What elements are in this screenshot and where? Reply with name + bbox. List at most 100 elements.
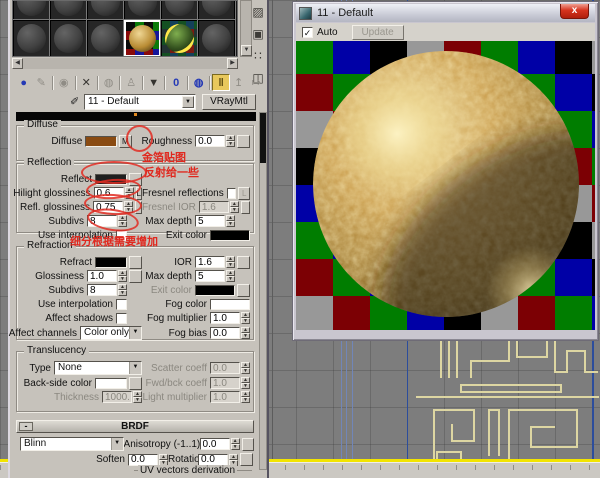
refraction-subdivs-spinner[interactable]: ▲▼ — [87, 284, 127, 296]
fwd-bck-coeff-spinner[interactable]: ▲▼ — [210, 377, 250, 389]
refraction-glossiness-input[interactable] — [87, 270, 117, 282]
fog-color-swatch[interactable] — [210, 298, 250, 310]
make-unique-button[interactable]: ♙ — [122, 74, 140, 91]
refraction-max-depth-spinner[interactable]: ▲▼ — [195, 270, 235, 282]
put-to-library-button[interactable]: ▼ — [145, 74, 163, 91]
material-sample-slot[interactable] — [123, 19, 162, 56]
material-sample-slot[interactable] — [86, 19, 125, 56]
put-material-to-scene-button[interactable]: ✎ — [33, 74, 51, 91]
update-button[interactable]: Update — [351, 24, 404, 40]
chevron-down-icon[interactable]: ▼ — [110, 438, 123, 450]
back-side-color-swatch[interactable] — [95, 377, 127, 389]
light-multiplier-input[interactable] — [210, 391, 240, 403]
refraction-subdivs-input[interactable] — [87, 284, 117, 296]
pick-material-eyedropper-icon[interactable]: ✐ — [70, 95, 84, 109]
fog-multiplier-input[interactable] — [210, 312, 240, 324]
material-sample-slot[interactable] — [197, 19, 236, 56]
refract-map-button[interactable] — [129, 255, 142, 269]
go-forward-sibling-button[interactable]: ↦ — [247, 74, 265, 91]
chevron-down-icon[interactable]: ▼ — [129, 362, 141, 374]
scatter-coeff-input[interactable] — [210, 362, 240, 374]
reflection-exit-color-swatch[interactable] — [210, 229, 250, 241]
affect-channels-dropdown[interactable]: Color only ▼ — [80, 326, 142, 340]
chevron-down-icon[interactable]: ▼ — [129, 327, 141, 339]
brdf-rollout-header[interactable]: - BRDF — [16, 420, 254, 433]
fresnel-reflections-checkbox[interactable] — [226, 187, 237, 199]
material-sample-slot[interactable] — [160, 1, 199, 21]
refraction-max-depth-input[interactable] — [195, 270, 225, 282]
material-class-button[interactable]: VRayMtl — [202, 94, 256, 110]
fog-bias-input[interactable] — [210, 327, 240, 339]
chevron-down-icon[interactable]: ▼ — [182, 96, 194, 108]
options-icon[interactable]: ∷ — [248, 46, 268, 66]
material-sample-slot[interactable] — [13, 19, 51, 56]
ior-map-button[interactable] — [237, 255, 250, 269]
soften-input[interactable] — [128, 453, 158, 466]
slots-scroll-right-button[interactable]: ▶ — [227, 58, 238, 69]
roughness-map-button[interactable] — [237, 134, 250, 148]
spinner-arrows[interactable]: ▲ ▼ — [226, 135, 236, 147]
make-material-copy-button[interactable]: ◍ — [100, 74, 118, 91]
show-end-result-button[interactable]: ‖ — [212, 74, 230, 91]
material-sample-slot[interactable] — [13, 1, 51, 21]
refraction-glossiness-spinner[interactable]: ▲▼ — [87, 270, 127, 282]
roughness-spinner[interactable]: ▲▼ — [195, 135, 236, 147]
get-material-button[interactable]: ● — [15, 74, 33, 91]
anisotropy-map-button[interactable] — [241, 437, 254, 451]
thickness-input[interactable] — [102, 391, 132, 403]
material-sample-slot[interactable] — [197, 1, 236, 21]
fog-multiplier-spinner[interactable]: ▲▼ — [210, 312, 250, 324]
material-id-channel-button[interactable]: 0 — [167, 74, 185, 91]
material-name-dropdown[interactable]: 11 - Default ▼ — [84, 94, 196, 110]
slots-horizontal-scrollbar[interactable]: ◀ ▶ — [12, 58, 238, 69]
diffuse-color-swatch[interactable] — [85, 135, 117, 147]
soften-spinner[interactable]: ▲▼ — [128, 453, 168, 466]
refract-color-swatch[interactable] — [95, 256, 127, 268]
close-button[interactable]: x — [560, 4, 589, 19]
preview-titlebar[interactable]: 11 - Default x — [296, 4, 595, 22]
refraction-interp-checkbox[interactable] — [116, 298, 127, 310]
material-sample-slot[interactable] — [86, 1, 125, 21]
rotation-spinner[interactable]: ▲▼ — [198, 453, 238, 466]
slots-scroll-left-button[interactable]: ◀ — [12, 58, 23, 69]
refraction-exit-color-swatch[interactable] — [195, 284, 235, 296]
assign-material-to-selection-button[interactable]: ◉ — [55, 74, 73, 91]
rotation-input[interactable] — [198, 453, 228, 466]
material-sample-slot[interactable] — [49, 19, 88, 56]
material-sample-slot[interactable] — [123, 1, 162, 21]
sample-uv-tiling-icon[interactable]: ▨ — [248, 2, 268, 22]
fog-bias-spinner[interactable]: ▲▼ — [210, 327, 250, 339]
reflection-max-depth-spinner[interactable]: ▲▼ — [195, 215, 235, 227]
fresnel-ior-map-button[interactable] — [240, 200, 250, 214]
material-sample-slot[interactable] — [49, 1, 88, 21]
refraction-glossiness-map-button[interactable] — [129, 269, 142, 283]
anisotropy-input[interactable] — [199, 438, 230, 450]
material-sample-slot[interactable] — [160, 19, 199, 56]
video-color-check-icon[interactable]: ▣ — [248, 24, 268, 44]
anisotropy-spinner[interactable]: ▲▼ — [199, 438, 240, 450]
brdf-type-dropdown[interactable]: Blinn ▼ — [20, 437, 124, 451]
rotation-map-button[interactable] — [240, 453, 253, 466]
fresnel-ior-input[interactable] — [198, 201, 229, 213]
ior-input[interactable] — [195, 256, 225, 268]
rollout-scrollbar-thumb[interactable] — [260, 113, 266, 163]
translucency-type-dropdown[interactable]: None ▼ — [54, 361, 142, 375]
fresnel-lock-button[interactable]: L — [238, 186, 250, 200]
fwd-bck-coeff-input[interactable] — [210, 377, 240, 389]
rollout-scrollbar[interactable] — [259, 112, 267, 470]
light-multiplier-spinner[interactable]: ▲▼ — [210, 391, 250, 403]
back-side-color-button[interactable] — [129, 376, 142, 390]
go-to-parent-button[interactable]: ↥ — [230, 74, 248, 91]
refraction-exit-color-button[interactable] — [237, 283, 250, 297]
scatter-coeff-spinner[interactable]: ▲▼ — [210, 362, 250, 374]
reflection-max-depth-input[interactable] — [195, 215, 225, 227]
thickness-spinner[interactable]: ▲▼ — [102, 391, 142, 403]
roughness-input[interactable] — [195, 135, 226, 147]
affect-shadows-checkbox[interactable] — [116, 312, 127, 324]
fresnel-ior-spinner[interactable]: ▲▼ — [198, 201, 239, 213]
ior-spinner[interactable]: ▲▼ — [195, 256, 235, 268]
auto-checkbox[interactable]: ✓ — [302, 26, 313, 38]
brdf-collapse-button[interactable]: - — [19, 422, 33, 431]
reset-map-mtl-button[interactable]: ✕ — [77, 74, 95, 91]
show-map-in-viewport-button[interactable]: ◍ — [190, 74, 208, 91]
